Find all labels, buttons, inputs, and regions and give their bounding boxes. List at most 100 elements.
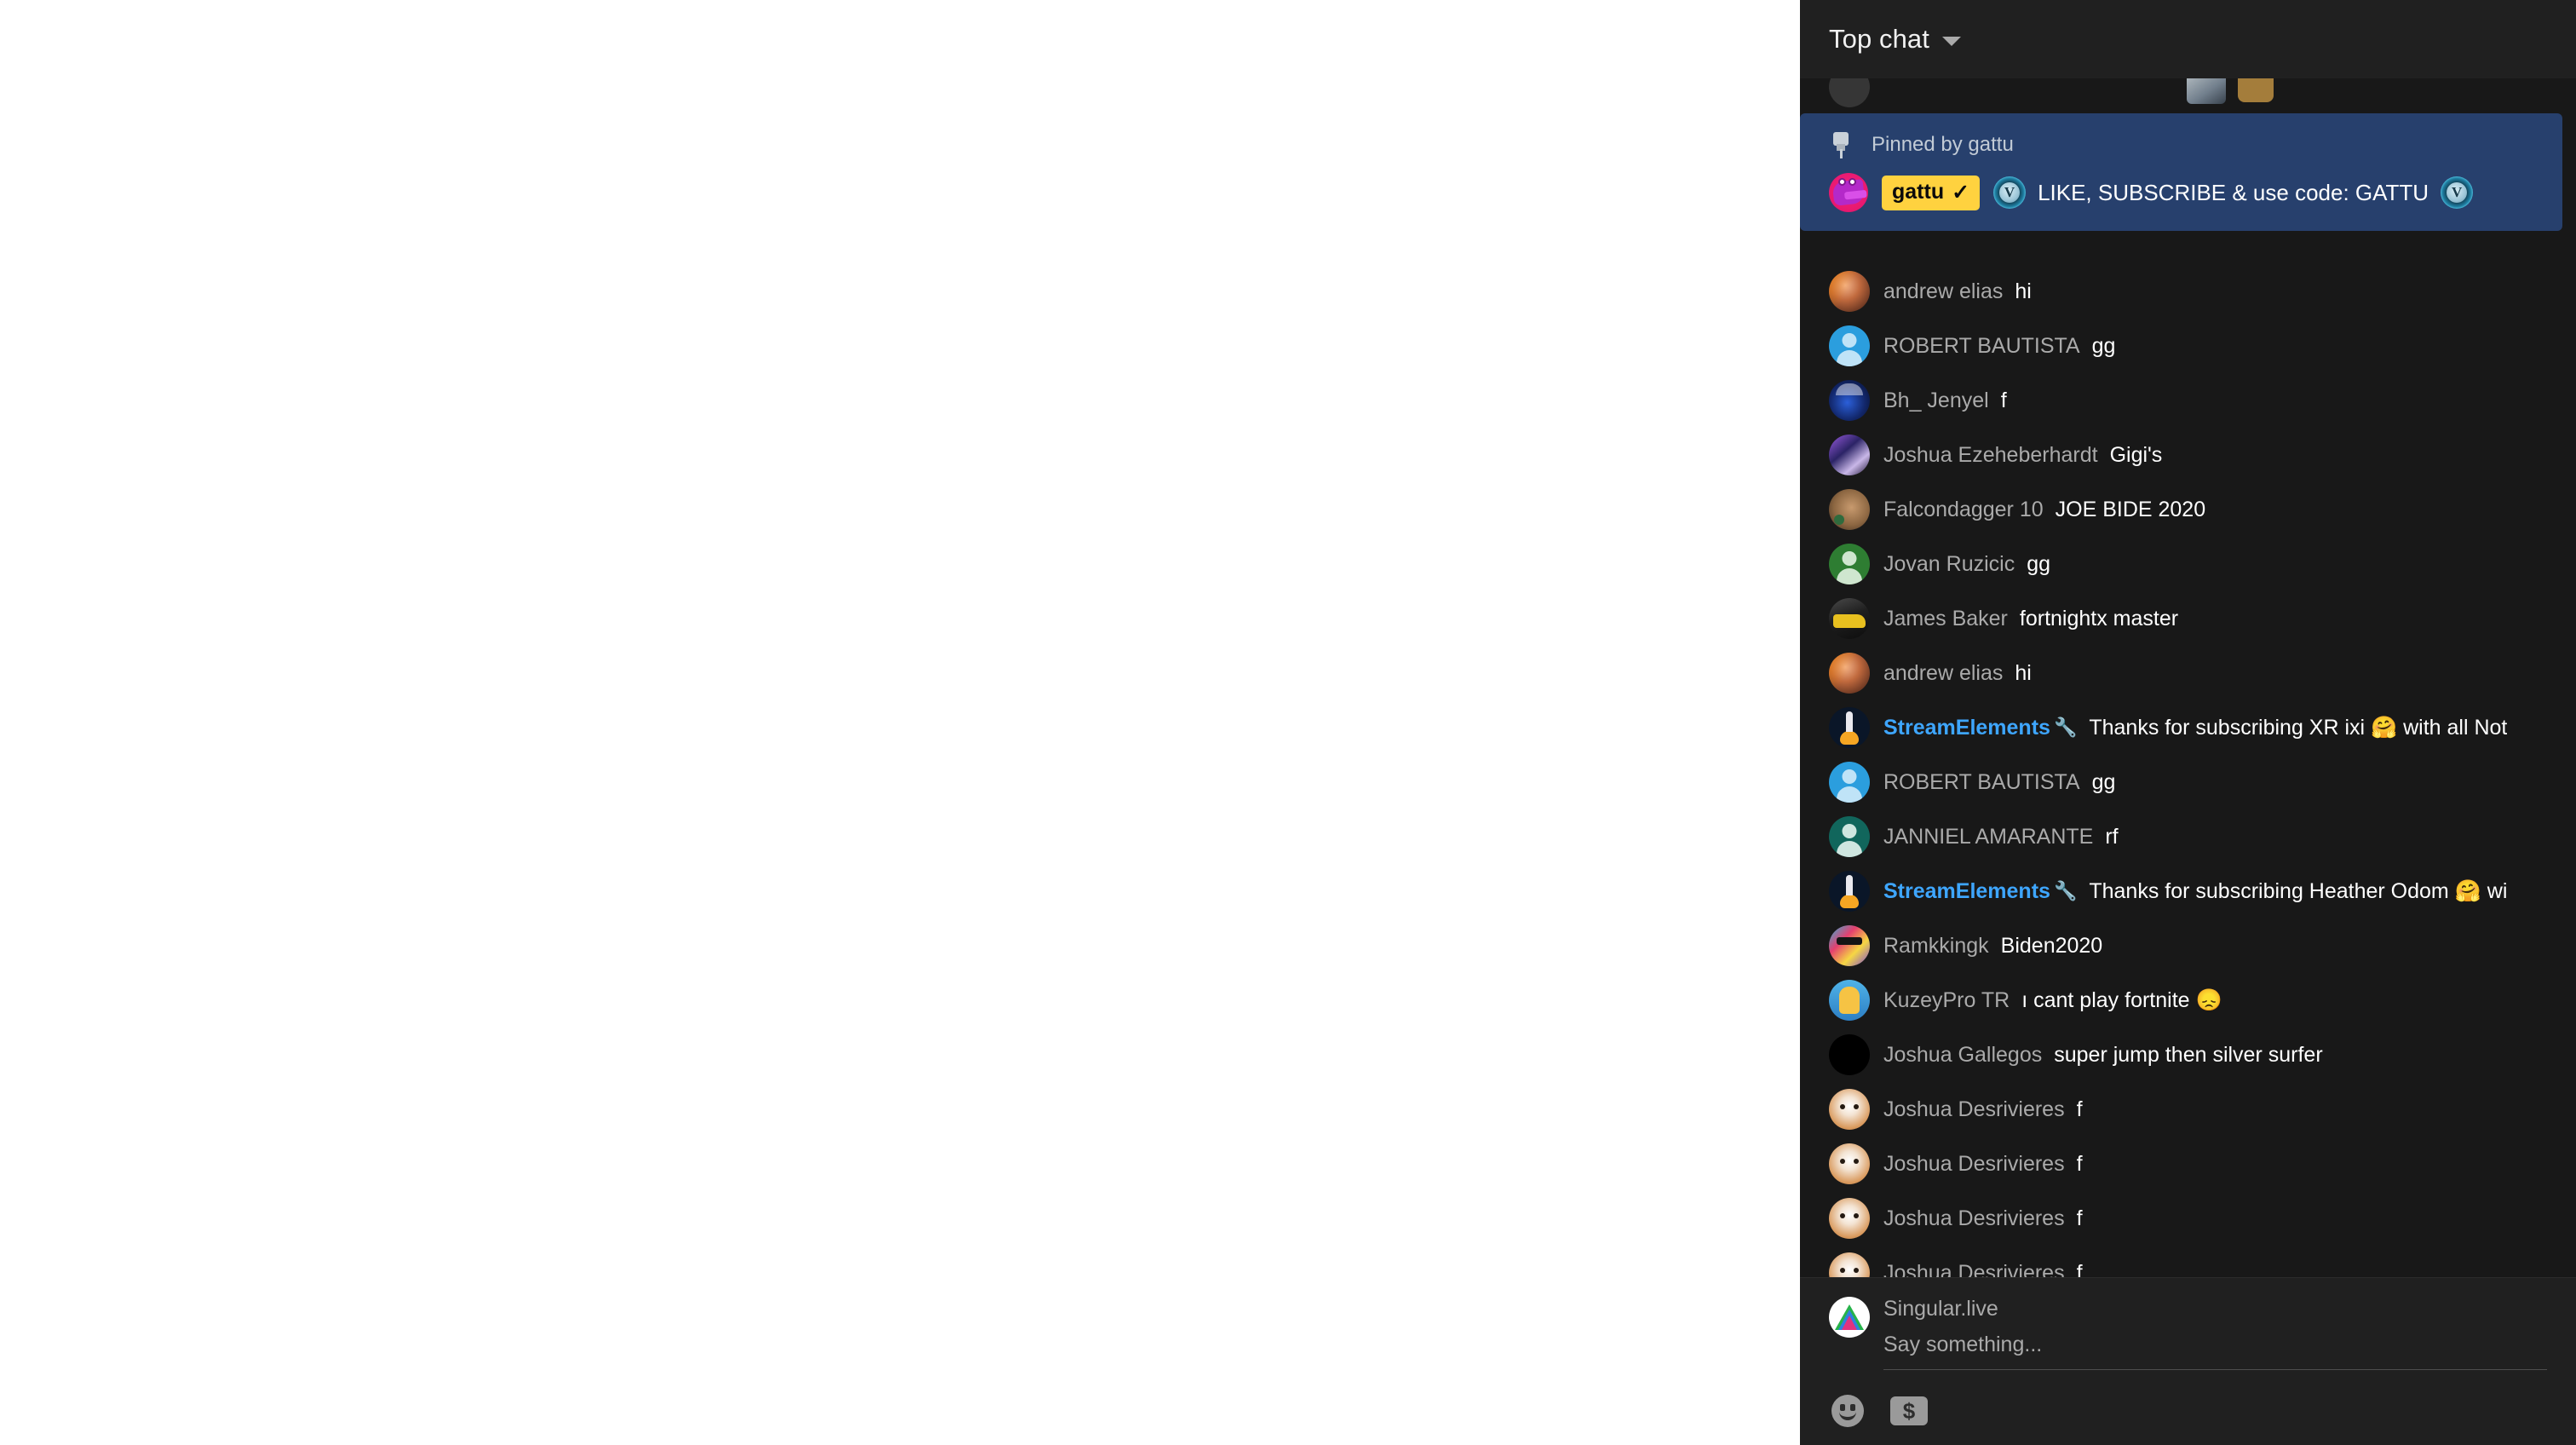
- verified-check-icon: ✓: [1952, 180, 1970, 204]
- chat-message-row[interactable]: Ramkkingk Biden2020: [1800, 918, 2576, 973]
- message-text: hi: [2015, 660, 2032, 685]
- pinned-by-label: Pinned by gattu: [1872, 133, 2014, 156]
- chat-message-row[interactable]: Joshua Desrivieres f: [1800, 1137, 2576, 1191]
- avatar[interactable]: [1829, 653, 1870, 694]
- message-author[interactable]: StreamElements: [1883, 716, 2050, 740]
- message-text: Biden2020: [2000, 933, 2103, 958]
- chat-message-row[interactable]: Joshua Desrivieres f: [1800, 1082, 2576, 1137]
- wrench-icon: 🔧: [2053, 717, 2078, 738]
- emote-icon: [2186, 78, 2226, 104]
- avatar[interactable]: [1829, 980, 1870, 1021]
- avatar[interactable]: [1829, 816, 1870, 857]
- chat-message-row[interactable]: Bh_ Jenyel f: [1800, 373, 2576, 428]
- message-author[interactable]: Bh_ Jenyel: [1883, 389, 1989, 413]
- message-text: super jump then silver surfer: [2054, 1042, 2323, 1067]
- avatar[interactable]: [1829, 598, 1870, 639]
- chat-message-row[interactable]: JANNIEL AMARANTE rf: [1800, 809, 2576, 864]
- author-badge-label: gattu: [1892, 180, 1945, 204]
- message-author[interactable]: andrew elias: [1883, 661, 2003, 686]
- message-author[interactable]: Falcondagger 10: [1883, 498, 2044, 522]
- message-author[interactable]: Joshua Desrivieres: [1883, 1206, 2065, 1231]
- chat-message-row[interactable]: Joshua Desrivieres f: [1800, 1246, 2576, 1277]
- avatar[interactable]: [1829, 1089, 1870, 1130]
- message-text: JOE BIDE 2020: [2055, 497, 2206, 521]
- chat-message-row[interactable]: andrew elias hi: [1800, 646, 2576, 700]
- chat-message-list[interactable]: Pinned by gattu gattu ✓ V LIKE, SUBSCRIB…: [1800, 78, 2576, 1277]
- message-text: Thanks for subscribing XR ixi 🤗 with all…: [2089, 715, 2508, 740]
- message-text: gg: [2091, 333, 2116, 358]
- avatar[interactable]: [1829, 762, 1870, 803]
- chat-message-row[interactable]: ROBERT BAUTISTA gg: [1800, 755, 2576, 809]
- message-text: hi: [2015, 279, 2032, 303]
- message-text: f: [2076, 1206, 2083, 1230]
- vbucks-icon: V: [1993, 176, 2027, 209]
- chat-message-row[interactable]: andrew elias hi: [1800, 264, 2576, 319]
- message-author[interactable]: KuzeyPro TR: [1883, 988, 2010, 1013]
- message-text: fortnightx master: [2019, 606, 2179, 630]
- avatar[interactable]: [1829, 1252, 1870, 1277]
- message-author[interactable]: James Baker: [1883, 607, 2008, 631]
- chat-message-row[interactable]: Joshua Desrivieres f: [1800, 1191, 2576, 1246]
- pinned-message-content: gattu ✓ V LIKE, SUBSCRIBE & use code: GA…: [1829, 173, 2544, 212]
- message-text: rf: [2105, 824, 2119, 849]
- message-author[interactable]: Jovan Ruzicic: [1883, 552, 2015, 577]
- message-author[interactable]: ROBERT BAUTISTA: [1883, 770, 2080, 795]
- avatar[interactable]: [1829, 1143, 1870, 1184]
- message-author[interactable]: Joshua Gallegos: [1883, 1043, 2042, 1068]
- message-author[interactable]: Joshua Desrivieres: [1883, 1152, 2065, 1177]
- chat-mode-label[interactable]: Top chat: [1829, 24, 1929, 55]
- message-author[interactable]: andrew elias: [1883, 279, 2003, 304]
- avatar[interactable]: [1829, 925, 1870, 966]
- chat-message-row[interactable]: Joshua Gallegos super jump then silver su…: [1800, 1028, 2576, 1082]
- chat-message-row[interactable]: StreamElements 🔧 Thanks for subscribing He…: [1800, 864, 2576, 918]
- avatar[interactable]: [1829, 1034, 1870, 1075]
- pinned-message-banner[interactable]: Pinned by gattu gattu ✓ V LIKE, SUBSCRIB…: [1800, 113, 2562, 231]
- chat-message-row[interactable]: ROBERT BAUTISTA gg: [1800, 319, 2576, 373]
- message-author[interactable]: JANNIEL AMARANTE: [1883, 825, 2093, 849]
- pinned-header: Pinned by gattu: [1829, 129, 2544, 161]
- message-text: Thanks for subscribing Heather Odom 🤗 wi: [2089, 878, 2508, 903]
- chat-message-row[interactable]: KuzeyPro TR ı cant play fortnite 😞: [1800, 973, 2576, 1028]
- message-text: f: [2076, 1260, 2083, 1278]
- author-badge: gattu ✓: [1882, 175, 1981, 210]
- message-text: f: [2000, 388, 2007, 412]
- chat-message-row[interactable]: StreamElements 🔧 Thanks for subscribing XR…: [1800, 700, 2576, 755]
- avatar[interactable]: [1829, 435, 1870, 475]
- emote-icon: [2237, 78, 2274, 102]
- message-rows: andrew elias hi ROBERT BAUTISTA gg Bh_ Jenye…: [1800, 264, 2576, 1277]
- chat-message-row[interactable]: Joshua Ezeheberhardt Gigi's: [1800, 428, 2576, 482]
- avatar[interactable]: [1829, 707, 1870, 748]
- avatar[interactable]: [1829, 871, 1870, 912]
- avatar[interactable]: [1829, 544, 1870, 584]
- emoji-picker-button[interactable]: [1829, 1392, 1866, 1430]
- message-author[interactable]: Joshua Desrivieres: [1883, 1097, 2065, 1122]
- live-chat-panel: Top chat Pinned by gattu gattu ✓ V LIKE,…: [1800, 0, 2576, 1445]
- avatar[interactable]: [1829, 1198, 1870, 1239]
- chat-message-row[interactable]: Falcondagger 10 JOE BIDE 2020: [1800, 482, 2576, 537]
- message-author[interactable]: ROBERT BAUTISTA: [1883, 334, 2080, 359]
- avatar[interactable]: [1829, 489, 1870, 530]
- message-author[interactable]: StreamElements: [1883, 879, 2050, 904]
- message-author[interactable]: Ramkkingk: [1883, 934, 1989, 959]
- composer-account-name: Singular.live: [1883, 1297, 1998, 1321]
- message-author[interactable]: Joshua Desrivieres: [1883, 1261, 2065, 1278]
- chevron-down-icon[interactable]: [1942, 36, 1961, 46]
- super-chat-button[interactable]: $: [1890, 1392, 1928, 1430]
- emoji-smiley-icon: [1831, 1395, 1864, 1427]
- avatar: [1829, 78, 1870, 107]
- avatar[interactable]: [1829, 380, 1870, 421]
- message-text: gg: [2027, 551, 2051, 576]
- avatar[interactable]: [1829, 271, 1870, 312]
- message-text: f: [2076, 1151, 2083, 1176]
- chat-message-row[interactable]: Jovan Ruzicic gg: [1800, 537, 2576, 591]
- message-author[interactable]: Joshua Ezeheberhardt: [1883, 443, 2098, 468]
- message-text: gg: [2091, 769, 2116, 794]
- message-text: f: [2076, 1097, 2083, 1121]
- avatar[interactable]: [1829, 325, 1870, 366]
- chat-message-row[interactable]: James Baker fortnightx master: [1800, 591, 2576, 646]
- message-text: ı cant play fortnite 😞: [2021, 987, 2222, 1012]
- message-text: Gigi's: [2109, 442, 2163, 467]
- screenshot-root: Top chat Pinned by gattu gattu ✓ V LIKE,…: [0, 0, 2576, 1445]
- chat-message-input[interactable]: [1883, 1333, 2547, 1370]
- pinned-message-text: LIKE, SUBSCRIBE & use code: GATTU: [2038, 179, 2429, 205]
